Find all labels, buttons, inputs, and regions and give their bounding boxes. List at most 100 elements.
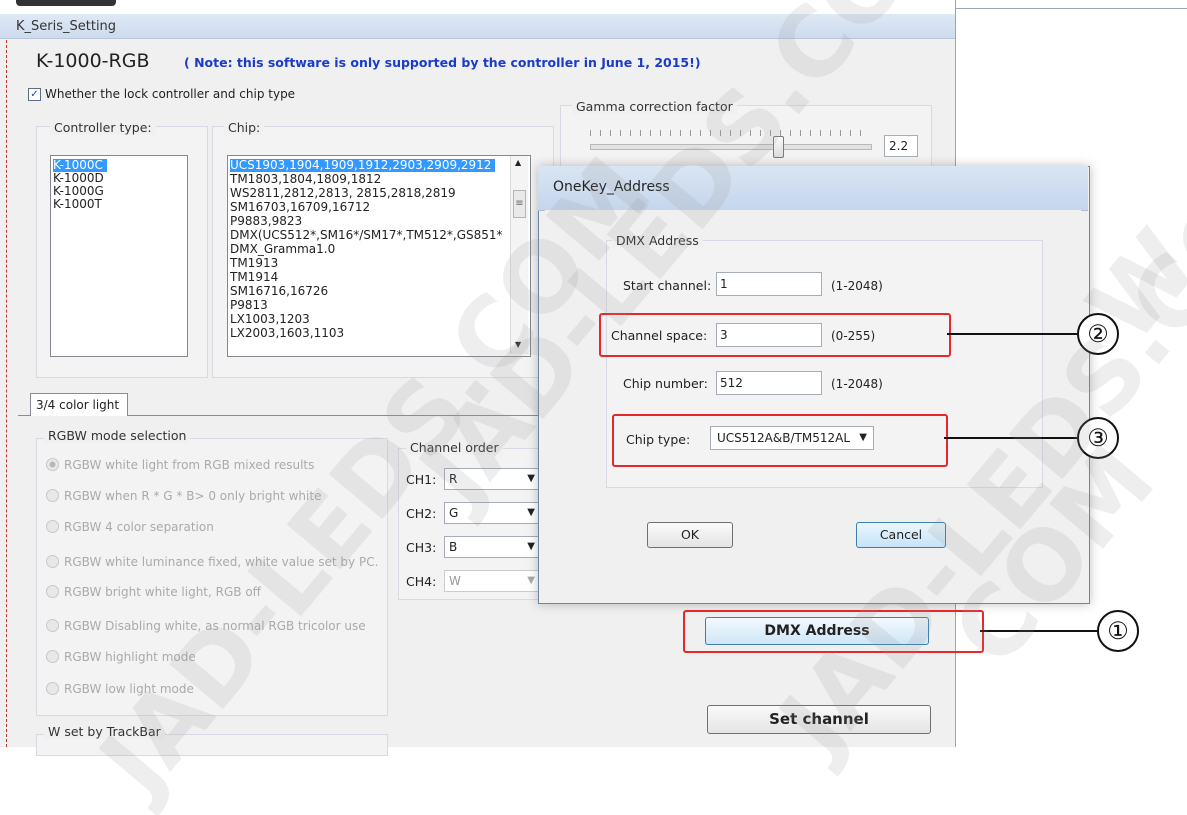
callout-number-1: ①	[1097, 610, 1139, 652]
callout-number-3: ③	[1077, 417, 1119, 459]
radio-icon[interactable]	[46, 520, 59, 533]
chip-item[interactable]: SM16703,16709,16712	[230, 201, 370, 214]
chip-item[interactable]: SM16716,16726	[230, 285, 328, 298]
rgbw-option-label: RGBW highlight mode	[64, 650, 196, 664]
rgbw-option[interactable]: RGBW 4 color separation	[46, 520, 214, 536]
rgbw-option-label: RGBW when R * G * B> 0 only bright white	[64, 489, 322, 503]
callout-line-1	[980, 630, 1097, 632]
chevron-down-icon[interactable]: ▼	[523, 503, 535, 523]
rgbw-option[interactable]: RGBW white luminance fixed, white value …	[46, 555, 378, 571]
radio-icon[interactable]	[46, 489, 59, 502]
lock-controller-label: Whether the lock controller and chip typ…	[45, 87, 296, 101]
gamma-value-input[interactable]: 2.2	[884, 135, 918, 157]
lock-controller-checkbox[interactable]: ✓	[28, 88, 41, 101]
chip-item[interactable]: UCS1903,1904,1909,1912,2903,2909,2912	[230, 159, 496, 172]
rgbw-option-label: RGBW low light mode	[64, 682, 194, 696]
chip-item[interactable]: WS2811,2812,2813, 2815,2818,2819	[230, 187, 456, 200]
right-divider-line	[955, 8, 1187, 9]
start-channel-input[interactable]: 1	[716, 272, 822, 296]
ch4-value: W	[449, 574, 461, 588]
chip-item[interactable]: DMX_Gramma1.0	[230, 243, 335, 256]
highlight-channel-space	[599, 313, 951, 357]
radio-icon[interactable]	[46, 650, 59, 663]
gamma-label: Gamma correction factor	[572, 99, 737, 114]
rgbw-option[interactable]: RGBW Disabling white, as normal RGB tric…	[46, 619, 366, 635]
chip-number-input[interactable]: 512	[716, 371, 822, 395]
start-channel-range: (1-2048)	[831, 279, 883, 293]
rgbw-option[interactable]: RGBW low light mode	[46, 682, 194, 698]
controller-type-label: Controller type:	[50, 120, 156, 135]
ch3-select[interactable]: B ▼	[444, 536, 542, 558]
callout-line-2	[947, 333, 1077, 335]
ch4-label: CH4:	[406, 574, 437, 589]
highlight-chip-type	[612, 414, 948, 467]
radio-icon[interactable]	[46, 585, 59, 598]
chip-list[interactable]: UCS1903,1904,1909,1912,2903,2909,2912 TM…	[227, 155, 531, 357]
top-strip	[0, 0, 955, 14]
dialog-title: OneKey_Address	[553, 179, 670, 195]
left-edge-line	[6, 40, 7, 747]
gamma-slider-track[interactable]	[590, 144, 872, 150]
controller-item[interactable]: K-1000T	[53, 198, 102, 211]
callout-number-2: ②	[1077, 313, 1119, 355]
controller-type-list[interactable]: K-1000C K-1000D K-1000G K-1000T	[50, 155, 188, 357]
rgbw-option-label: RGBW white light from RGB mixed results	[64, 458, 315, 472]
window-title: K_Seris_Setting	[16, 19, 117, 34]
rgbw-option[interactable]: RGBW white light from RGB mixed results	[46, 458, 314, 474]
callout-line-3	[944, 437, 1077, 439]
ch1-label: CH1:	[406, 472, 437, 487]
gamma-group	[560, 105, 932, 167]
chevron-down-icon[interactable]: ▼	[523, 537, 535, 557]
channel-order-label: Channel order	[406, 440, 503, 455]
chevron-down-icon[interactable]: ▼	[523, 571, 535, 591]
ok-button[interactable]: OK	[647, 522, 733, 548]
rgbw-option-label: RGBW Disabling white, as normal RGB tric…	[64, 619, 366, 633]
gamma-ticks	[590, 130, 870, 136]
ch2-value: G	[449, 506, 459, 520]
model-title: K-1000-RGB	[36, 50, 150, 72]
radio-icon[interactable]	[46, 619, 59, 632]
scroll-up-icon[interactable]: ▲	[515, 158, 521, 167]
chip-item[interactable]: DMX(UCS512*,SM16*/SM17*,TM512*,GS851*	[230, 229, 503, 242]
rgbw-mode-group	[36, 438, 388, 716]
rgbw-option-label: RGBW white luminance fixed, white value …	[64, 555, 379, 569]
dmx-address-group-label: DMX Address	[612, 233, 703, 248]
chip-number-range: (1-2048)	[831, 377, 883, 391]
rgbw-option[interactable]: RGBW bright white light, RGB off	[46, 585, 261, 601]
start-channel-label: Start channel:	[623, 278, 712, 293]
ch1-select[interactable]: R ▼	[444, 468, 542, 490]
rgbw-option-label: RGBW bright white light, RGB off	[64, 585, 261, 599]
scroll-grip-icon[interactable]: ≡	[513, 190, 526, 218]
ch2-label: CH2:	[406, 506, 437, 521]
set-channel-button[interactable]: Set channel	[707, 705, 931, 734]
chip-item[interactable]: TM1803,1804,1809,1812	[230, 173, 381, 186]
chip-item[interactable]: TM1913	[230, 257, 278, 270]
chip-item[interactable]: P9813	[230, 299, 268, 312]
rgbw-option-label: RGBW 4 color separation	[64, 520, 214, 534]
chip-item[interactable]: LX1003,1203	[230, 313, 310, 326]
chip-item[interactable]: LX2003,1603,1103	[230, 327, 344, 340]
support-note: ( Note: this software is only supported …	[184, 55, 701, 70]
ch3-value: B	[449, 540, 458, 554]
radio-icon[interactable]	[46, 458, 59, 471]
ch4-select[interactable]: W ▼	[444, 570, 542, 592]
chip-list-scrollbar[interactable]: ▲ ≡ ▼	[510, 156, 528, 354]
chip-label: Chip:	[224, 120, 265, 135]
top-decoration	[16, 0, 116, 6]
title-bar[interactable]	[0, 14, 955, 39]
rgbw-option[interactable]: RGBW highlight mode	[46, 650, 196, 666]
chevron-down-icon[interactable]: ▼	[523, 469, 535, 489]
ch2-select[interactable]: G ▼	[444, 502, 542, 524]
rgbw-option[interactable]: RGBW when R * G * B> 0 only bright white	[46, 489, 321, 505]
radio-icon[interactable]	[46, 682, 59, 695]
scroll-down-icon[interactable]: ▼	[515, 340, 521, 349]
chip-item[interactable]: P9883,9823	[230, 215, 302, 228]
gamma-slider-thumb[interactable]	[773, 136, 784, 158]
tab-color-light[interactable]: 3/4 color light	[30, 393, 128, 416]
cancel-button[interactable]: Cancel	[856, 522, 946, 548]
ch1-value: R	[449, 472, 458, 486]
radio-icon[interactable]	[46, 555, 59, 568]
chip-item[interactable]: TM1914	[230, 271, 278, 284]
chip-number-label: Chip number:	[623, 376, 708, 391]
highlight-dmx-button	[683, 610, 984, 653]
